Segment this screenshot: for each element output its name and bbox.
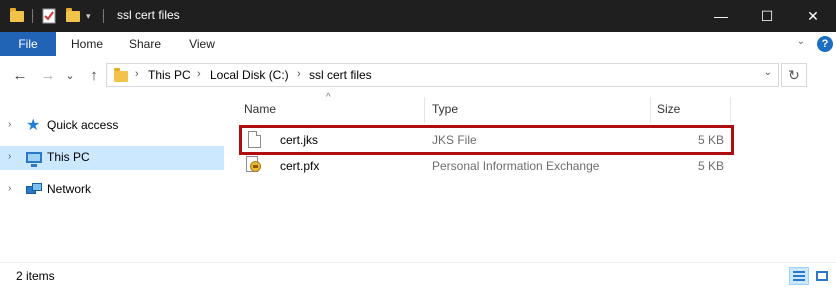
details-view-icon	[793, 271, 805, 281]
blank-file-icon	[248, 131, 261, 148]
expand-icon[interactable]: ›	[8, 183, 11, 194]
ribbon: File Home Share View ⌄ ?	[0, 32, 836, 56]
help-icon[interactable]: ?	[817, 36, 833, 52]
new-folder-icon[interactable]	[66, 0, 80, 32]
breadcrumb-this-pc[interactable]: This PC	[148, 68, 191, 82]
file-size: 5 KB	[697, 133, 724, 147]
computer-icon	[26, 151, 42, 167]
file-name: cert.pfx	[280, 159, 320, 173]
star-icon: ★	[26, 117, 41, 134]
breadcrumb-separator[interactable]: ›	[297, 68, 301, 80]
chevron-down-icon[interactable]: ⌄	[794, 36, 808, 50]
toolbar-separator	[32, 9, 33, 23]
sort-ascending-icon: ^	[326, 92, 331, 103]
tab-view[interactable]: View	[178, 32, 226, 56]
navigation-pane: › ★ Quick access › This PC › Network	[0, 94, 230, 262]
details-view-button[interactable]	[789, 267, 809, 285]
tab-file[interactable]: File	[0, 32, 56, 56]
column-header-type[interactable]: Type	[432, 102, 458, 116]
column-divider[interactable]	[650, 97, 651, 123]
certificate-file-icon	[246, 156, 262, 174]
properties-icon[interactable]	[42, 0, 56, 32]
up-button[interactable]: ↑	[84, 65, 104, 85]
large-icons-view-icon	[816, 271, 828, 281]
column-header-size[interactable]: Size	[657, 102, 680, 116]
navigation-bar: ← → ⌄ ↑ › This PC › Local Disk (C:) › ss…	[0, 56, 836, 94]
breadcrumb-separator[interactable]: ›	[197, 68, 201, 80]
column-header-name[interactable]: Name	[244, 102, 276, 116]
maximize-button[interactable]: ☐	[744, 0, 790, 32]
sidebar-item-network[interactable]: › Network	[0, 178, 224, 202]
network-icon	[26, 183, 42, 197]
breadcrumb-ssl-cert-files[interactable]: ssl cert files	[309, 68, 372, 82]
sidebar-item-label: Network	[47, 182, 92, 196]
column-divider[interactable]	[424, 97, 425, 123]
file-name: cert.jks	[280, 133, 319, 147]
ribbon-tab-strip	[56, 32, 836, 56]
sidebar-item-quick-access[interactable]: › ★ Quick access	[0, 114, 224, 138]
forward-button[interactable]: →	[38, 65, 58, 85]
title-bar: ▾ ssl cert files — ☐ ✕	[0, 0, 836, 32]
address-bar[interactable]: › This PC › Local Disk (C:) › ssl cert f…	[106, 63, 779, 87]
close-button[interactable]: ✕	[790, 0, 836, 32]
sidebar-item-this-pc[interactable]: › This PC	[0, 146, 224, 170]
file-list: ^ Name Type Size cert.jks JKS File 5 KB …	[236, 92, 836, 262]
toolbar-separator	[103, 9, 104, 23]
window-title: ssl cert files	[117, 8, 180, 22]
expand-icon[interactable]: ›	[8, 119, 11, 130]
sidebar-item-label: Quick access	[47, 118, 119, 132]
address-dropdown-icon[interactable]: ⌄	[764, 67, 772, 78]
refresh-button[interactable]: ↻	[781, 63, 807, 87]
sidebar-item-label: This PC	[47, 150, 90, 164]
file-type: JKS File	[432, 133, 477, 147]
back-button[interactable]: ←	[10, 65, 30, 85]
breadcrumb-separator[interactable]: ›	[135, 68, 139, 80]
status-bar: 2 items	[0, 262, 836, 288]
file-row-cert-pfx[interactable]: cert.pfx Personal Information Exchange 5…	[236, 154, 736, 178]
folder-icon	[114, 68, 128, 82]
customize-dropdown-icon[interactable]: ▾	[86, 0, 91, 32]
minimize-button[interactable]: —	[698, 0, 744, 32]
file-row-cert-jks[interactable]: cert.jks JKS File 5 KB	[236, 128, 736, 152]
column-divider[interactable]	[730, 97, 731, 123]
item-count: 2 items	[16, 269, 55, 283]
breadcrumb-local-disk[interactable]: Local Disk (C:)	[210, 68, 289, 82]
folder-icon	[10, 0, 24, 32]
tab-home[interactable]: Home	[62, 32, 112, 56]
file-type: Personal Information Exchange	[432, 159, 600, 173]
expand-icon[interactable]: ›	[8, 151, 11, 162]
large-icons-view-button[interactable]	[812, 267, 832, 285]
tab-share[interactable]: Share	[120, 32, 170, 56]
file-size: 5 KB	[697, 159, 724, 173]
recent-locations-icon[interactable]: ⌄	[60, 65, 80, 85]
